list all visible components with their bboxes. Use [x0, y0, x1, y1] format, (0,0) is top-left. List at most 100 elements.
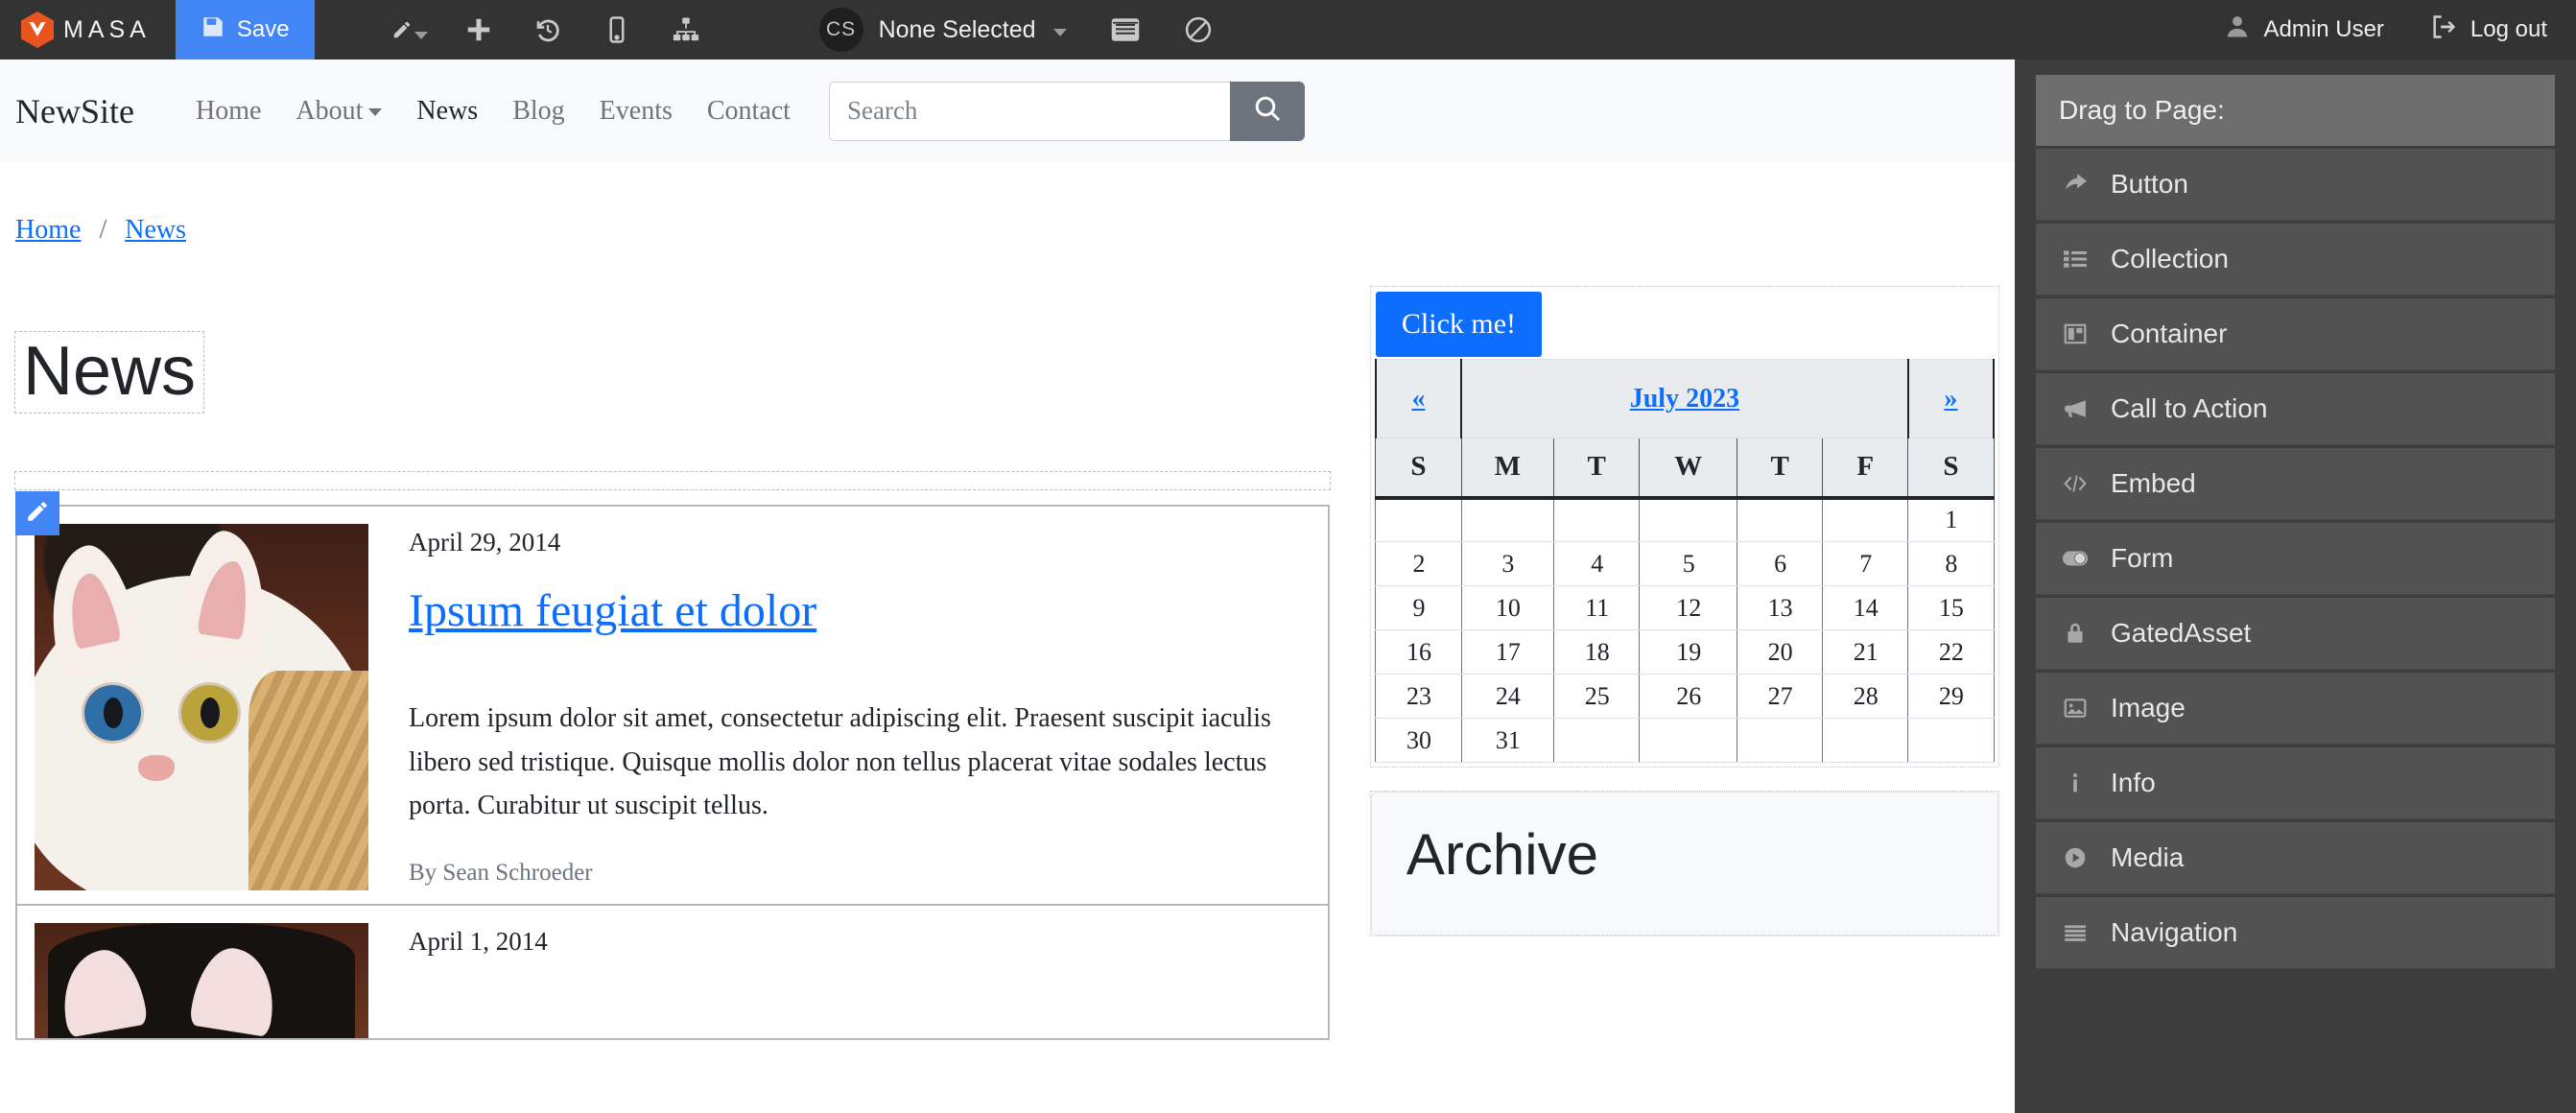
calendar-day[interactable]: 24 [1461, 675, 1554, 719]
calendar-day[interactable]: 29 [1908, 675, 1994, 719]
mobile-preview-icon[interactable] [599, 12, 635, 48]
article-card[interactable]: April 1, 2014 [15, 906, 1330, 1040]
calendar-day[interactable] [1823, 719, 1908, 763]
nav-item-events[interactable]: Events [582, 96, 690, 127]
calendar-day[interactable]: 27 [1737, 675, 1823, 719]
calendar-day[interactable]: 2 [1376, 542, 1461, 586]
calendar-day[interactable] [1461, 498, 1554, 542]
calendar-day[interactable]: 22 [1908, 630, 1994, 675]
sitemap-icon[interactable] [668, 12, 704, 48]
calendar-next-link[interactable]: » [1944, 384, 1957, 414]
nav-item-contact[interactable]: Contact [690, 96, 808, 127]
calendar-week-row: 30 31 [1376, 719, 1994, 763]
site-brand[interactable]: NewSite [15, 91, 134, 131]
calendar-day[interactable]: 4 [1554, 542, 1640, 586]
calendar-day[interactable]: 14 [1823, 586, 1908, 630]
calendar-day[interactable] [1908, 719, 1994, 763]
archive-widget[interactable]: Archive [1370, 791, 1999, 936]
calendar-widget[interactable]: Click me! « July 2023 » S M T W [1370, 286, 1999, 768]
calendar-day[interactable]: 9 [1376, 586, 1461, 630]
logout-button[interactable]: Log out [2430, 13, 2547, 47]
nav-item-home[interactable]: Home [178, 96, 278, 127]
nav-item-news[interactable]: News [399, 96, 495, 127]
calendar-day[interactable] [1554, 719, 1640, 763]
calendar-day[interactable] [1823, 498, 1908, 542]
calendar-day[interactable]: 28 [1823, 675, 1908, 719]
page-title[interactable]: News [15, 332, 203, 413]
calendar-nav-row: « July 2023 » [1376, 360, 1994, 438]
history-revert-icon[interactable] [530, 12, 566, 48]
chevron-down-icon[interactable] [1053, 29, 1067, 36]
widget-item-collection[interactable]: Collection [2036, 224, 2555, 296]
nav-item-about[interactable]: About [278, 96, 399, 127]
collection-placeholder-band[interactable] [15, 472, 1330, 489]
nav-item-blog[interactable]: Blog [495, 96, 581, 127]
calendar-day[interactable]: 17 [1461, 630, 1554, 675]
list-view-icon[interactable] [1107, 12, 1144, 48]
calendar-day[interactable]: 16 [1376, 630, 1461, 675]
calendar-day[interactable] [1376, 498, 1461, 542]
calendar-day[interactable]: 3 [1461, 542, 1554, 586]
calendar-day[interactable]: 21 [1823, 630, 1908, 675]
calendar-day[interactable]: 8 [1908, 542, 1994, 586]
article-edit-badge[interactable] [15, 491, 59, 535]
calendar-month-link[interactable]: July 2023 [1630, 384, 1739, 414]
calendar-prev-cell[interactable]: « [1376, 360, 1461, 438]
calendar-week-row: 9 10 11 12 13 14 15 [1376, 586, 1994, 630]
article-thumbnail[interactable] [35, 923, 368, 1038]
calendar-day[interactable]: 1 [1908, 498, 1994, 542]
breadcrumb-item-home[interactable]: Home [15, 215, 81, 245]
calendar-day[interactable]: 19 [1640, 630, 1737, 675]
no-entry-icon[interactable] [1180, 12, 1217, 48]
widget-item-media[interactable]: Media [2036, 822, 2555, 894]
widget-item-gatedasset[interactable]: GatedAsset [2036, 598, 2555, 670]
calendar-day[interactable] [1737, 498, 1823, 542]
calendar-day[interactable] [1640, 719, 1737, 763]
page-title-slot: News [15, 286, 1330, 459]
widget-item-container[interactable]: Container [2036, 298, 2555, 370]
calendar-month-cell[interactable]: July 2023 [1461, 360, 1908, 438]
search-input[interactable] [829, 82, 1230, 141]
widget-item-embed[interactable]: Embed [2036, 448, 2555, 520]
calendar-day[interactable]: 11 [1554, 586, 1640, 630]
article-card[interactable]: April 29, 2014 Ipsum feugiat et dolor Lo… [15, 505, 1330, 906]
calendar-day[interactable]: 5 [1640, 542, 1737, 586]
calendar-day[interactable]: 15 [1908, 586, 1994, 630]
calendar-day[interactable]: 26 [1640, 675, 1737, 719]
calendar-day[interactable]: 20 [1737, 630, 1823, 675]
article-thumbnail[interactable] [35, 524, 368, 890]
breadcrumb-item-news[interactable]: News [125, 215, 186, 245]
pencil-edit-icon[interactable] [391, 12, 428, 48]
calendar-day[interactable] [1737, 719, 1823, 763]
widget-item-navigation[interactable]: Navigation [2036, 897, 2555, 969]
search-button[interactable] [1230, 82, 1305, 141]
widget-item-button[interactable]: Button [2036, 149, 2555, 221]
widget-item-form[interactable]: Form [2036, 523, 2555, 595]
calendar-day[interactable] [1554, 498, 1640, 542]
calendar-day[interactable]: 31 [1461, 719, 1554, 763]
chevron-down-icon[interactable] [414, 32, 428, 39]
widget-item-info[interactable]: Info [2036, 747, 2555, 819]
content-row: News [0, 286, 2015, 1040]
click-me-button[interactable]: Click me! [1376, 292, 1542, 357]
calendar-day[interactable]: 10 [1461, 586, 1554, 630]
widget-item-call-to-action[interactable]: Call to Action [2036, 373, 2555, 445]
calendar-day[interactable]: 30 [1376, 719, 1461, 763]
save-button[interactable]: Save [176, 0, 315, 59]
calendar-day[interactable]: 25 [1554, 675, 1640, 719]
calendar-day[interactable]: 13 [1737, 586, 1823, 630]
user-account-item[interactable]: Admin User [2224, 13, 2384, 47]
calendar-day[interactable]: 12 [1640, 586, 1737, 630]
calendar-day[interactable]: 23 [1376, 675, 1461, 719]
widget-item-label: Collection [2111, 244, 2229, 274]
calendar-prev-link[interactable]: « [1411, 384, 1425, 414]
article-title-link[interactable]: Ipsum feugiat et dolor [409, 584, 816, 637]
calendar-day[interactable]: 18 [1554, 630, 1640, 675]
calendar-day[interactable]: 7 [1823, 542, 1908, 586]
widget-item-image[interactable]: Image [2036, 673, 2555, 745]
calendar-day[interactable]: 6 [1737, 542, 1823, 586]
calendar-next-cell[interactable]: » [1908, 360, 1994, 438]
calendar-day[interactable] [1640, 498, 1737, 542]
plus-add-icon[interactable] [461, 12, 497, 48]
selection-group[interactable]: CS None Selected [819, 8, 1217, 52]
